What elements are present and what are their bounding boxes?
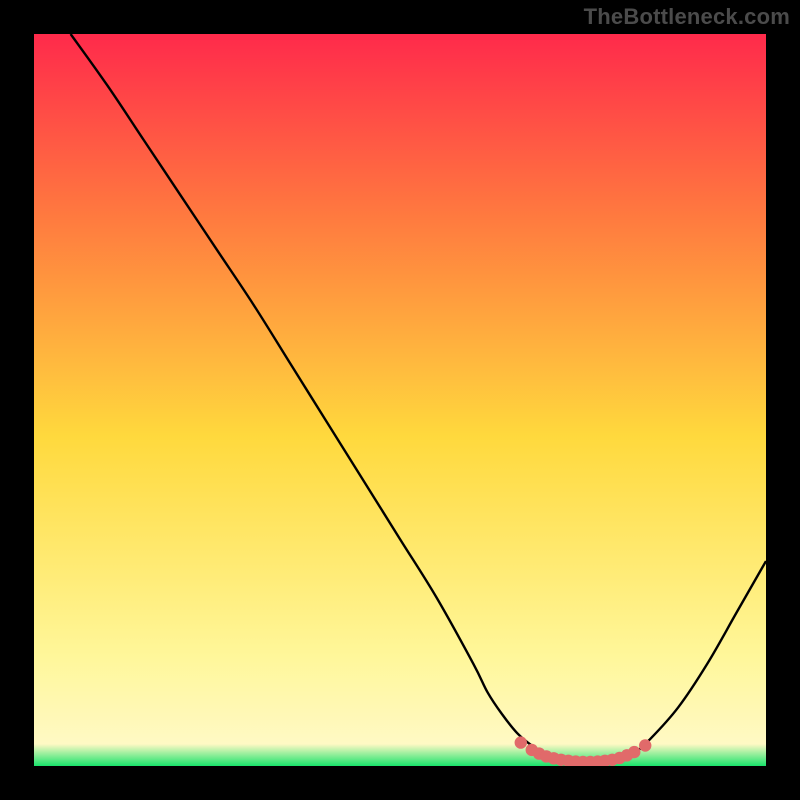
optimal-marker	[515, 736, 527, 748]
optimal-marker	[628, 746, 640, 758]
watermark-text: TheBottleneck.com	[584, 4, 790, 30]
chart-frame: TheBottleneck.com	[0, 0, 800, 800]
plot-area	[34, 34, 766, 766]
chart-svg	[34, 34, 766, 766]
optimal-marker	[639, 739, 651, 751]
gradient-background	[34, 34, 766, 766]
